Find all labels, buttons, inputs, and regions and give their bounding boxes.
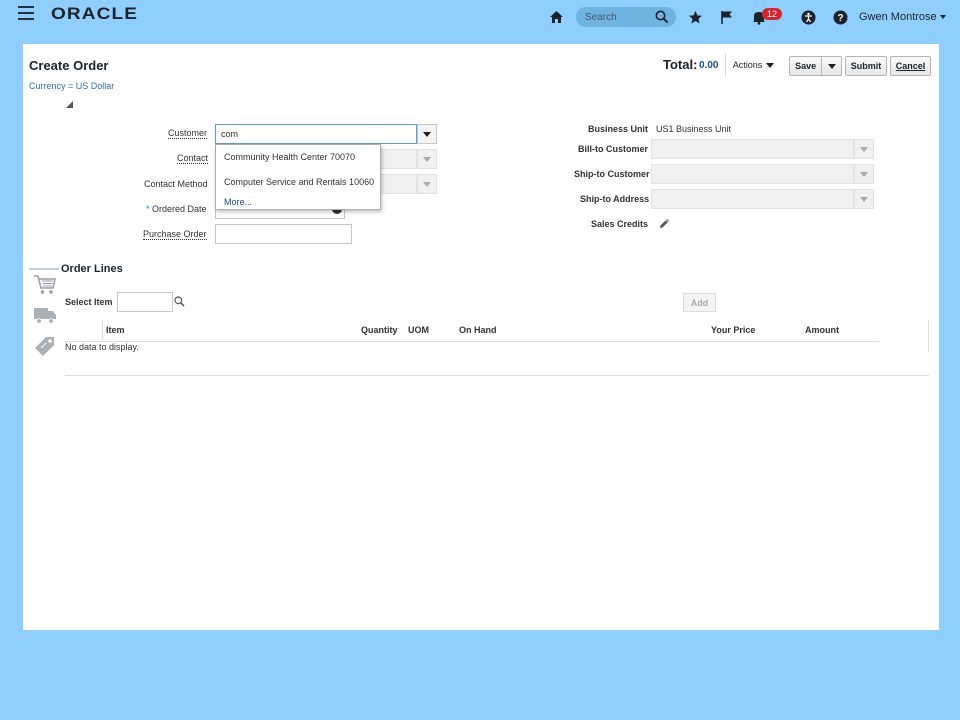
save-label: Save: [795, 61, 817, 71]
contact-dropdown-button: [417, 149, 437, 169]
total-value: 0.00: [699, 60, 719, 71]
add-button[interactable]: Add: [683, 293, 716, 312]
suggestion-item[interactable]: Computer Service and Rentals 10060: [216, 170, 380, 195]
purchase-order-label: Purchase Order: [143, 229, 207, 240]
ship-to-address-dropdown-button: [854, 189, 874, 209]
table-bottom-border: [65, 375, 929, 376]
ordered-date-label: * Ordered Date: [146, 204, 207, 214]
bill-to-customer-label: Bill-to Customer: [578, 144, 649, 154]
chevron-down-icon: [860, 196, 868, 202]
chevron-down-icon: [423, 131, 431, 137]
shipping-truck-icon[interactable]: [33, 304, 57, 326]
currency-link[interactable]: Currency = US Dollar: [29, 81, 114, 91]
create-order-panel: Create Order Currency = US Dollar Total:…: [23, 44, 939, 630]
column-on-hand[interactable]: On Hand: [459, 325, 497, 335]
required-marker: *: [146, 204, 150, 214]
ship-to-customer-input: [651, 164, 854, 184]
column-amount[interactable]: Amount: [805, 325, 839, 335]
column-quantity[interactable]: Quantity: [361, 325, 398, 335]
save-options-chevron-icon[interactable]: [821, 57, 841, 75]
select-item-input[interactable]: [117, 292, 173, 312]
submit-button[interactable]: Submit: [845, 56, 887, 76]
contact-label: Contact: [177, 153, 209, 164]
ship-to-customer-label: Ship-to Customer: [574, 169, 650, 179]
customer-dropdown-button[interactable]: [417, 124, 437, 144]
bill-to-customer-input: [651, 139, 854, 159]
empty-table-message: No data to display.: [65, 342, 139, 352]
ship-to-address-label: Ship-to Address: [580, 194, 650, 204]
actions-menu[interactable]: Actions: [725, 53, 781, 77]
chevron-down-icon: [860, 146, 868, 152]
help-icon[interactable]: ?: [831, 8, 849, 26]
ordered-date-label-text: Ordered Date: [152, 204, 207, 214]
collapse-header-icon[interactable]: [66, 101, 73, 108]
save-button[interactable]: Save: [789, 56, 842, 76]
column-your-price[interactable]: Your Price: [711, 325, 755, 335]
column-uom[interactable]: UOM: [408, 325, 429, 335]
business-unit-label: Business Unit: [588, 124, 649, 134]
user-menu[interactable]: Gwen Montrose: [859, 11, 946, 23]
chevron-down-icon: [860, 171, 868, 177]
business-unit-value: US1 Business Unit: [656, 124, 732, 134]
navigator-menu-icon[interactable]: [18, 6, 34, 20]
bill-to-customer-dropdown-button: [854, 139, 874, 159]
purchase-order-input[interactable]: [215, 224, 352, 244]
rail-divider: [29, 268, 59, 270]
column-item[interactable]: Item: [106, 325, 125, 335]
contact-method-label: Contact Method: [144, 179, 208, 189]
edit-pencil-icon[interactable]: [658, 217, 671, 233]
price-tag-icon[interactable]: [33, 334, 57, 356]
user-menu-chevron-icon: [939, 15, 946, 20]
page-title: Create Order: [29, 58, 109, 73]
customer-label: Customer: [168, 128, 208, 139]
customer-suggestion-list: Community Health Center 70070 Computer S…: [215, 144, 381, 210]
select-item-label: Select Item: [65, 297, 113, 307]
order-lines-table-header: Item Quantity UOM On Hand Your Price Amo…: [65, 320, 879, 342]
shopping-cart-icon[interactable]: [33, 274, 57, 296]
accessibility-icon[interactable]: [799, 8, 817, 26]
search-icon[interactable]: [174, 296, 185, 310]
ship-to-customer-dropdown-button: [854, 164, 874, 184]
ship-to-address-input: [651, 189, 854, 209]
search-input[interactable]: [585, 10, 655, 24]
table-scroll-edge: [928, 320, 929, 352]
watchlist-flag-icon[interactable]: [718, 8, 736, 26]
favorites-star-icon[interactable]: [686, 8, 704, 26]
chevron-down-icon: [423, 181, 431, 187]
column-divider: [102, 320, 103, 340]
oracle-logo: ORACLE: [51, 4, 139, 23]
cancel-button[interactable]: Cancel: [890, 56, 931, 76]
sales-credits-label: Sales Credits: [591, 219, 649, 229]
customer-input[interactable]: [215, 124, 417, 144]
actions-chevron-icon: [766, 62, 775, 68]
total-label: Total:: [663, 57, 698, 72]
contact-method-dropdown-button: [417, 174, 437, 194]
actions-label: Actions: [732, 60, 763, 70]
svg-text:?: ?: [837, 13, 843, 24]
order-lines-title: Order Lines: [61, 263, 123, 275]
suggestion-item[interactable]: Community Health Center 70070: [216, 145, 380, 170]
chevron-down-icon: [423, 156, 431, 162]
user-name: Gwen Montrose: [859, 11, 937, 23]
notification-count-badge: 12: [762, 8, 782, 20]
global-search[interactable]: [576, 7, 676, 27]
global-header: ORACLE 12 ? Gwen Montrose: [0, 0, 960, 34]
home-icon[interactable]: [547, 8, 565, 26]
search-icon[interactable]: [655, 10, 669, 27]
suggestion-more-link[interactable]: More...: [216, 195, 380, 209]
